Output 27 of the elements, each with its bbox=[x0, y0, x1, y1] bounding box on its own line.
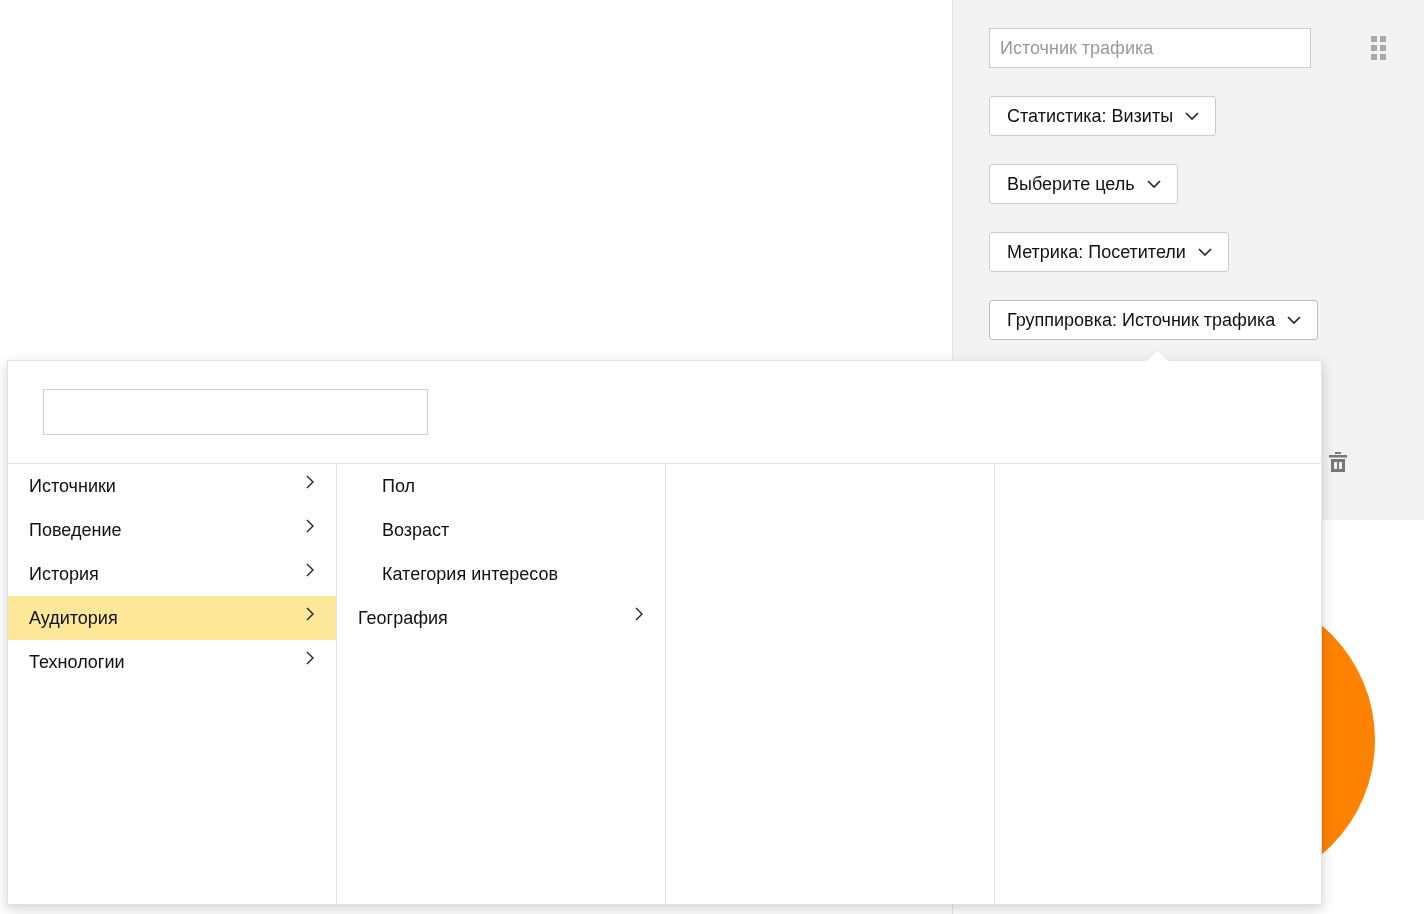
chevron-right-icon bbox=[635, 607, 643, 621]
search-field[interactable]: Источник трафика bbox=[989, 28, 1311, 68]
menu-item[interactable]: Аудитория bbox=[8, 596, 336, 640]
chevron-down-icon bbox=[1146, 180, 1161, 188]
dropdown-button[interactable]: Группировка: Источник трафика bbox=[989, 300, 1319, 340]
chevron-right-icon bbox=[306, 651, 314, 665]
menu-item[interactable]: Поведение bbox=[8, 508, 336, 552]
chevron-right-icon bbox=[306, 607, 314, 621]
menu-item[interactable]: Источники bbox=[8, 464, 336, 508]
menu-item[interactable]: Возраст bbox=[337, 508, 665, 552]
chevron-down-icon bbox=[1197, 248, 1212, 256]
grip-icon[interactable] bbox=[1371, 36, 1387, 60]
menu-item[interactable]: Пол bbox=[337, 464, 665, 508]
chevron-right-icon bbox=[306, 519, 314, 533]
chevron-down-icon bbox=[1185, 112, 1200, 120]
menu-item[interactable]: История bbox=[8, 552, 336, 596]
dropdown-button[interactable]: Метрика: Посетители bbox=[989, 232, 1229, 272]
menu-item[interactable]: География bbox=[337, 596, 665, 640]
chevron-right-icon bbox=[306, 475, 314, 489]
chevron-down-icon bbox=[1287, 316, 1302, 324]
dropdown-button[interactable]: Выберите цель bbox=[989, 164, 1178, 204]
menu-item[interactable]: Технологии bbox=[8, 640, 336, 684]
search-field[interactable] bbox=[43, 389, 428, 435]
chevron-right-icon bbox=[306, 563, 314, 577]
menu-item[interactable]: Категория интересов bbox=[337, 552, 665, 596]
trash-icon[interactable] bbox=[1329, 452, 1347, 472]
dropdown-button[interactable]: Статистика: Визиты bbox=[989, 96, 1217, 136]
